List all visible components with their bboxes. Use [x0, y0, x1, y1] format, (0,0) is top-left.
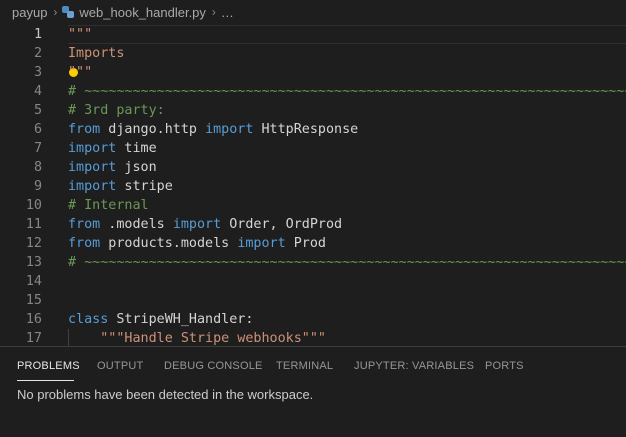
tab-jupyter-variables[interactable]: JUPYTER: VARIABLES — [354, 360, 474, 372]
code-text[interactable]: class StripeWH_Handler: — [68, 310, 626, 329]
line-number: 2 — [33, 46, 42, 61]
line-number: 4 — [33, 84, 42, 99]
code-token: # 3rd party: — [68, 103, 165, 118]
code-editor[interactable]: 1 """ 2 Imports 3 """ 4 # ~~~~~~~~~~~~~~~~~~~~~… — [0, 24, 626, 346]
code-line[interactable]: 15 — [0, 291, 626, 310]
code-token: # ~~~~~~~~~~~~~~~~~~~~~~~~~~~~~~~~~~~~~~… — [68, 84, 626, 99]
indent-guide — [68, 329, 69, 346]
breadcrumb-folder[interactable]: payup — [12, 5, 47, 20]
code-token: Order, OrdProd — [221, 217, 343, 232]
code-token: stripe — [116, 179, 173, 194]
line-number: 14 — [25, 274, 42, 289]
code-text[interactable]: # Internal — [68, 196, 626, 215]
code-text[interactable]: Imports — [68, 44, 626, 63]
code-line[interactable]: 6 from django.http import HttpResponse — [0, 120, 626, 139]
code-text[interactable] — [68, 272, 626, 291]
line-number: 12 — [25, 236, 42, 251]
tab-ports[interactable]: PORTS — [485, 360, 524, 372]
code-line[interactable]: 12 from products.models import Prod — [0, 234, 626, 253]
code-text[interactable]: """Handle Stripe webhooks""" — [68, 329, 626, 346]
line-number: 7 — [33, 141, 42, 156]
code-line[interactable]: 7 import time — [0, 139, 626, 158]
code-token: import — [205, 122, 254, 137]
code-token: import — [68, 141, 117, 156]
code-text[interactable]: # ~~~~~~~~~~~~~~~~~~~~~~~~~~~~~~~~~~~~~~… — [68, 253, 626, 272]
code-line[interactable]: 9 import stripe — [0, 177, 626, 196]
tab-terminal[interactable]: TERMINAL — [276, 360, 333, 372]
code-token: import — [237, 236, 286, 251]
code-line[interactable]: 3 """ — [0, 63, 626, 82]
tab-problems[interactable]: PROBLEMS — [17, 360, 80, 372]
code-token: # ~~~~~~~~~~~~~~~~~~~~~~~~~~~~~~~~~~~~~~… — [68, 255, 626, 270]
code-text[interactable]: import stripe — [68, 177, 626, 196]
code-line[interactable]: 10 # Internal — [0, 196, 626, 215]
line-number: 16 — [25, 312, 42, 327]
code-token: Imports — [68, 46, 125, 61]
code-line[interactable]: 1 """ — [0, 25, 626, 44]
code-text[interactable] — [68, 291, 626, 310]
line-number: 15 — [25, 293, 42, 308]
code-line[interactable]: 5 # 3rd party: — [0, 101, 626, 120]
code-text[interactable]: import time — [68, 139, 626, 158]
code-token: class — [68, 312, 109, 327]
tab-debug-console[interactable]: DEBUG CONSOLE — [164, 360, 263, 372]
code-text[interactable]: from django.http import HttpResponse — [68, 120, 626, 139]
code-token: # Internal — [68, 198, 149, 213]
code-token: import — [172, 217, 222, 232]
tab-output[interactable]: OUTPUT — [97, 360, 143, 372]
code-line[interactable]: 11 from .models import Order, OrdProd — [0, 215, 626, 234]
code-token: json — [116, 160, 157, 175]
line-number: 6 — [33, 122, 42, 137]
code-token: """Handle Stripe webhooks""" — [100, 331, 326, 346]
line-number: 8 — [33, 160, 42, 175]
line-number: 10 — [25, 198, 42, 213]
line-number: 3 — [33, 65, 42, 80]
code-token: """ — [68, 27, 93, 42]
code-token: """ — [68, 65, 93, 80]
code-token: django.http — [100, 122, 206, 137]
line-number: 5 — [33, 103, 42, 118]
line-number: 1 — [33, 27, 42, 42]
code-text[interactable]: """ — [68, 63, 626, 82]
code-token: from — [68, 122, 101, 137]
bottom-panel: PROBLEMS OUTPUT DEBUG CONSOLE TERMINAL JUPYT… — [0, 346, 626, 437]
code-token: .models — [100, 217, 173, 232]
code-token: Prod — [285, 236, 326, 251]
code-token: time — [116, 141, 157, 156]
code-line[interactable]: 8 import json — [0, 158, 626, 177]
code-line[interactable]: 14 — [0, 272, 626, 291]
code-text[interactable]: from products.models import Prod — [68, 234, 626, 253]
line-number: 17 — [25, 331, 42, 346]
breadcrumb-file[interactable]: web_hook_handler.py — [79, 5, 206, 20]
code-text[interactable]: import json — [68, 158, 626, 177]
chevron-right-icon: › — [211, 5, 216, 19]
line-number: 9 — [33, 179, 42, 194]
active-tab-indicator — [17, 380, 74, 381]
code-token: products.models — [100, 236, 238, 251]
code-line[interactable]: 2 Imports — [0, 44, 626, 63]
problems-message: No problems have been detected in the wo… — [17, 387, 314, 402]
line-number: 13 — [25, 255, 42, 270]
breadcrumb: payup › web_hook_handler.py › … — [0, 0, 626, 24]
code-token: from — [68, 217, 101, 232]
code-text[interactable]: # ~~~~~~~~~~~~~~~~~~~~~~~~~~~~~~~~~~~~~~… — [68, 82, 626, 101]
code-token: HttpResponse — [253, 122, 359, 137]
chevron-right-icon: › — [53, 5, 58, 19]
code-token: from — [68, 236, 101, 251]
code-token: StripeWH_Handler: — [108, 312, 254, 327]
breadcrumb-more[interactable]: … — [221, 5, 234, 20]
line-number: 11 — [25, 217, 42, 232]
python-file-icon — [62, 6, 75, 18]
code-token: import — [68, 179, 117, 194]
code-line[interactable]: 13 # ~~~~~~~~~~~~~~~~~~~~~~~~~~~~~~~~~~~~… — [0, 253, 626, 272]
code-token: import — [68, 160, 117, 175]
code-line[interactable]: 4 # ~~~~~~~~~~~~~~~~~~~~~~~~~~~~~~~~~~~~~… — [0, 82, 626, 101]
code-line[interactable]: 17 """Handle Stripe webhooks""" — [0, 329, 626, 346]
panel-tabs: PROBLEMS OUTPUT DEBUG CONSOLE TERMINAL JUPYT… — [0, 347, 626, 383]
code-text[interactable]: from .models import Order, OrdProd — [68, 215, 626, 234]
code-line[interactable]: 16 class StripeWH_Handler: — [0, 310, 626, 329]
code-text[interactable]: # 3rd party: — [68, 101, 626, 120]
code-text[interactable]: """ — [68, 25, 626, 44]
